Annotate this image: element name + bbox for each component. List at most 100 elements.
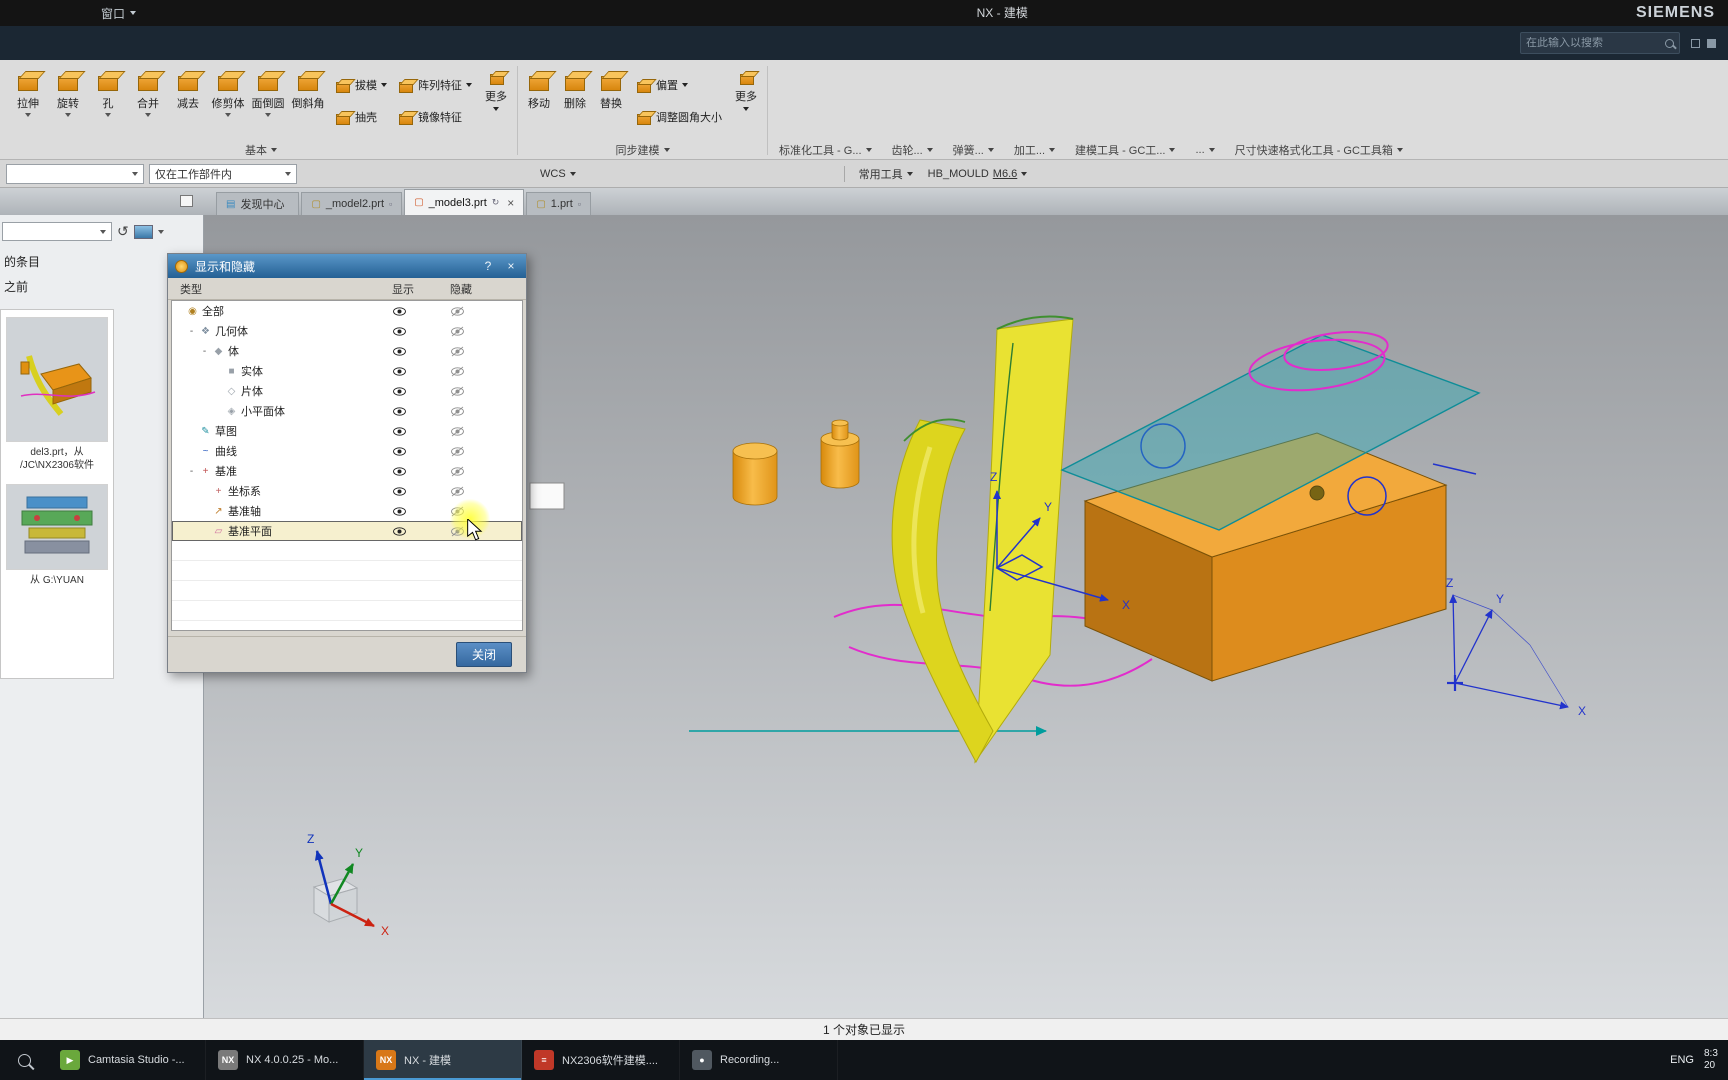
toolbar-icon[interactable] bbox=[733, 165, 751, 183]
ribbon-tool-icon[interactable] bbox=[930, 70, 950, 89]
floating-input-box[interactable] bbox=[529, 482, 565, 510]
group-label[interactable]: 建模工具 - GC工... bbox=[1075, 142, 1176, 158]
hb-mould-menu[interactable]: HB_MOULD M6.6 bbox=[923, 168, 1033, 180]
column-hide[interactable]: 隐藏 bbox=[432, 281, 490, 297]
toolbar-icon[interactable] bbox=[1037, 165, 1055, 183]
more-button[interactable]: 更多 bbox=[728, 62, 764, 111]
ribbon-tool-icon[interactable] bbox=[995, 100, 1015, 119]
hide-eye-icon[interactable] bbox=[428, 486, 486, 497]
ribbon-tool-icon[interactable] bbox=[1297, 100, 1317, 119]
tab-close-icon[interactable]: × bbox=[507, 196, 514, 210]
show-eye-icon[interactable] bbox=[370, 526, 428, 537]
taskbar-app-button[interactable]: ≡ NX2306软件建模.... bbox=[522, 1040, 680, 1080]
group-label[interactable]: ... bbox=[1195, 144, 1215, 156]
dialog-title-bar[interactable]: 显示和隐藏 ? × bbox=[168, 254, 526, 278]
type-row[interactable]: - ◆ 体 bbox=[172, 341, 522, 361]
ribbon-small-button[interactable]: 拔模 bbox=[334, 70, 387, 100]
dialog-close-button[interactable]: × bbox=[503, 259, 519, 273]
hide-eye-icon[interactable] bbox=[428, 526, 486, 537]
show-eye-icon[interactable] bbox=[370, 466, 428, 477]
type-row[interactable]: ~ 曲线 bbox=[172, 441, 522, 461]
toolbar-icon[interactable] bbox=[302, 165, 320, 183]
ribbon-tool-icon[interactable] bbox=[892, 70, 912, 89]
ribbon-tool-icon[interactable] bbox=[1383, 100, 1403, 119]
type-row[interactable]: ◈ 小平面体 bbox=[172, 401, 522, 421]
ribbon-tool-icon[interactable] bbox=[855, 70, 875, 89]
ribbon-tool-icon[interactable] bbox=[779, 100, 799, 119]
ribbon-small-button[interactable]: 阵列特征 bbox=[397, 70, 472, 100]
ribbon-tool-icon[interactable] bbox=[1006, 70, 1026, 89]
group-label[interactable]: 齿轮... bbox=[892, 142, 933, 158]
part-tab[interactable]: ▢ _model2.prt ▫ bbox=[301, 192, 403, 215]
ribbon-large-button[interactable]: 旋转 bbox=[48, 62, 88, 117]
hide-eye-icon[interactable] bbox=[428, 406, 486, 417]
cylinder-boss-top[interactable] bbox=[831, 419, 849, 427]
ribbon-tool-icon[interactable] bbox=[1038, 100, 1058, 119]
common-tools-menu[interactable]: 常用工具 bbox=[854, 166, 918, 182]
group-label[interactable]: 加工... bbox=[1014, 142, 1056, 158]
show-eye-icon[interactable] bbox=[370, 306, 428, 317]
ribbon-small-button[interactable]: 调整圆角大小 bbox=[635, 102, 722, 132]
part-thumbnail[interactable] bbox=[6, 484, 108, 570]
toolbar-icon[interactable] bbox=[344, 165, 362, 183]
toolbar-icon[interactable] bbox=[407, 165, 425, 183]
ribbon-tool-icon[interactable] bbox=[1119, 70, 1139, 89]
hide-eye-icon[interactable] bbox=[428, 426, 486, 437]
toolbar-icon[interactable] bbox=[323, 165, 341, 183]
hole-feature[interactable] bbox=[1309, 485, 1325, 501]
toolbar-icon[interactable] bbox=[628, 165, 646, 183]
ribbon-large-button[interactable]: 删除 bbox=[557, 62, 593, 111]
column-show[interactable]: 显示 bbox=[374, 281, 432, 297]
ribbon-tool-icon[interactable] bbox=[1157, 70, 1177, 89]
toolbar-icon[interactable] bbox=[817, 165, 835, 183]
taskbar-app-button[interactable]: NX NX - 建模 bbox=[364, 1040, 522, 1080]
toolbar-icon[interactable] bbox=[470, 165, 488, 183]
close-button[interactable]: 关闭 bbox=[455, 642, 512, 667]
type-row[interactable]: ✎ 草图 bbox=[172, 421, 522, 441]
show-eye-icon[interactable] bbox=[370, 426, 428, 437]
ribbon-tool-icon[interactable] bbox=[1308, 70, 1328, 89]
hide-eye-icon[interactable] bbox=[428, 446, 486, 457]
ribbon-tool-icon[interactable] bbox=[1043, 70, 1063, 89]
toolbar-icon[interactable] bbox=[670, 165, 688, 183]
toolbar-icon[interactable] bbox=[1100, 165, 1118, 183]
taskbar-app-button[interactable]: NX NX 4.0.0.25 - Mo... bbox=[206, 1040, 364, 1080]
more-button[interactable]: 更多 bbox=[478, 62, 514, 111]
ribbon-tool-icon[interactable] bbox=[1124, 100, 1144, 119]
type-row[interactable]: ◇ 片体 bbox=[172, 381, 522, 401]
toolbar-icon[interactable] bbox=[365, 165, 383, 183]
refresh-icon[interactable]: ↺ bbox=[117, 223, 129, 240]
wcs-menu[interactable]: WCS bbox=[535, 168, 581, 180]
toolbar-icon[interactable] bbox=[1079, 165, 1097, 183]
hide-eye-icon[interactable] bbox=[428, 366, 486, 377]
toolbar-icon[interactable] bbox=[691, 165, 709, 183]
toolbar-icon[interactable] bbox=[1121, 165, 1139, 183]
part-thumbnail[interactable] bbox=[6, 317, 108, 442]
ribbon-tool-icon[interactable] bbox=[1232, 70, 1252, 89]
hide-eye-icon[interactable] bbox=[428, 326, 486, 337]
group-label-basic[interactable]: 基本 bbox=[8, 141, 514, 159]
toolbar-icon[interactable] bbox=[386, 165, 404, 183]
toolbar-icon[interactable] bbox=[491, 165, 509, 183]
fullscreen-icon[interactable] bbox=[1707, 39, 1716, 48]
toolbar-icon[interactable] bbox=[796, 165, 814, 183]
ribbon-tool-icon[interactable] bbox=[1345, 70, 1365, 89]
ribbon-tool-icon[interactable] bbox=[822, 100, 842, 119]
tree-expander[interactable]: - bbox=[200, 346, 209, 357]
toolbar-icon[interactable] bbox=[775, 165, 793, 183]
search-input[interactable] bbox=[1526, 37, 1661, 49]
taskbar-app-button[interactable]: ▶ Camtasia Studio -... bbox=[48, 1040, 206, 1080]
selection-scope-select[interactable]: 仅在工作部件内 bbox=[149, 163, 297, 184]
history-filter-select[interactable] bbox=[2, 222, 112, 241]
toolbar-icon[interactable] bbox=[754, 165, 772, 183]
type-row[interactable]: ■ 实体 bbox=[172, 361, 522, 381]
toolbar-icon[interactable] bbox=[512, 165, 530, 183]
selection-filter-select[interactable] bbox=[6, 163, 144, 184]
ribbon-tool-icon[interactable] bbox=[968, 70, 988, 89]
ribbon-tool-icon[interactable] bbox=[1167, 100, 1187, 119]
part-tab[interactable]: ▢ 1.prt ▫ bbox=[526, 192, 591, 215]
group-label[interactable]: 弹簧... bbox=[953, 142, 994, 158]
hide-eye-icon[interactable] bbox=[428, 466, 486, 477]
type-row[interactable]: - ❖ 几何体 bbox=[172, 321, 522, 341]
hide-eye-icon[interactable] bbox=[428, 346, 486, 357]
